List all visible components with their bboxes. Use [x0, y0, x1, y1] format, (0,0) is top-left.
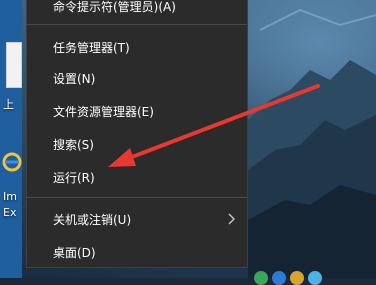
- menu-item-label: 命令提示符(管理员)(A): [53, 0, 176, 14]
- taskbar-app-icon[interactable]: [308, 271, 322, 285]
- menu-separator: [27, 24, 247, 25]
- menu-item-shutdown-signout[interactable]: 关机或注销(U): [27, 204, 247, 234]
- menu-item-label: 设置(N): [53, 71, 96, 86]
- desktop-icon-label: 上: [3, 98, 14, 111]
- menu-item-run[interactable]: 运行(R): [27, 162, 247, 192]
- internet-explorer-icon[interactable]: [2, 150, 22, 180]
- desktop-document-icon[interactable]: [6, 42, 22, 88]
- menu-item-desktop[interactable]: 桌面(D): [27, 237, 247, 267]
- menu-item-command-prompt-admin[interactable]: 命令提示符(管理员)(A): [27, 0, 247, 21]
- taskbar-app-icon[interactable]: [290, 271, 304, 285]
- menu-item-label: 运行(R): [53, 170, 95, 185]
- menu-item-label: 搜索(S): [53, 137, 94, 152]
- menu-item-label: 关机或注销(U): [53, 212, 132, 227]
- taskbar-app-icon[interactable]: [254, 271, 268, 285]
- menu-item-label: 桌面(D): [53, 245, 96, 260]
- desktop-icon-column: 上 Im Ex: [0, 0, 22, 278]
- taskbar-icons-peek: [248, 268, 376, 285]
- desktop-icon-label: Ex: [3, 206, 17, 219]
- menu-item-settings[interactable]: 设置(N): [27, 63, 247, 93]
- menu-item-label: 任务管理器(T): [53, 40, 130, 55]
- chevron-right-icon: [228, 213, 235, 225]
- menu-separator: [27, 197, 247, 198]
- menu-item-label: 文件资源管理器(E): [53, 104, 154, 119]
- taskbar-app-icon[interactable]: [272, 271, 286, 285]
- menu-item-file-explorer[interactable]: 文件资源管理器(E): [27, 96, 247, 126]
- menu-item-search[interactable]: 搜索(S): [27, 129, 247, 159]
- menu-item-task-manager[interactable]: 任务管理器(T): [27, 32, 247, 62]
- desktop-icon-label: Im: [3, 190, 17, 203]
- winx-context-menu: 命令提示符(管理员)(A) 任务管理器(T) 设置(N) 文件资源管理器(E) …: [26, 0, 248, 268]
